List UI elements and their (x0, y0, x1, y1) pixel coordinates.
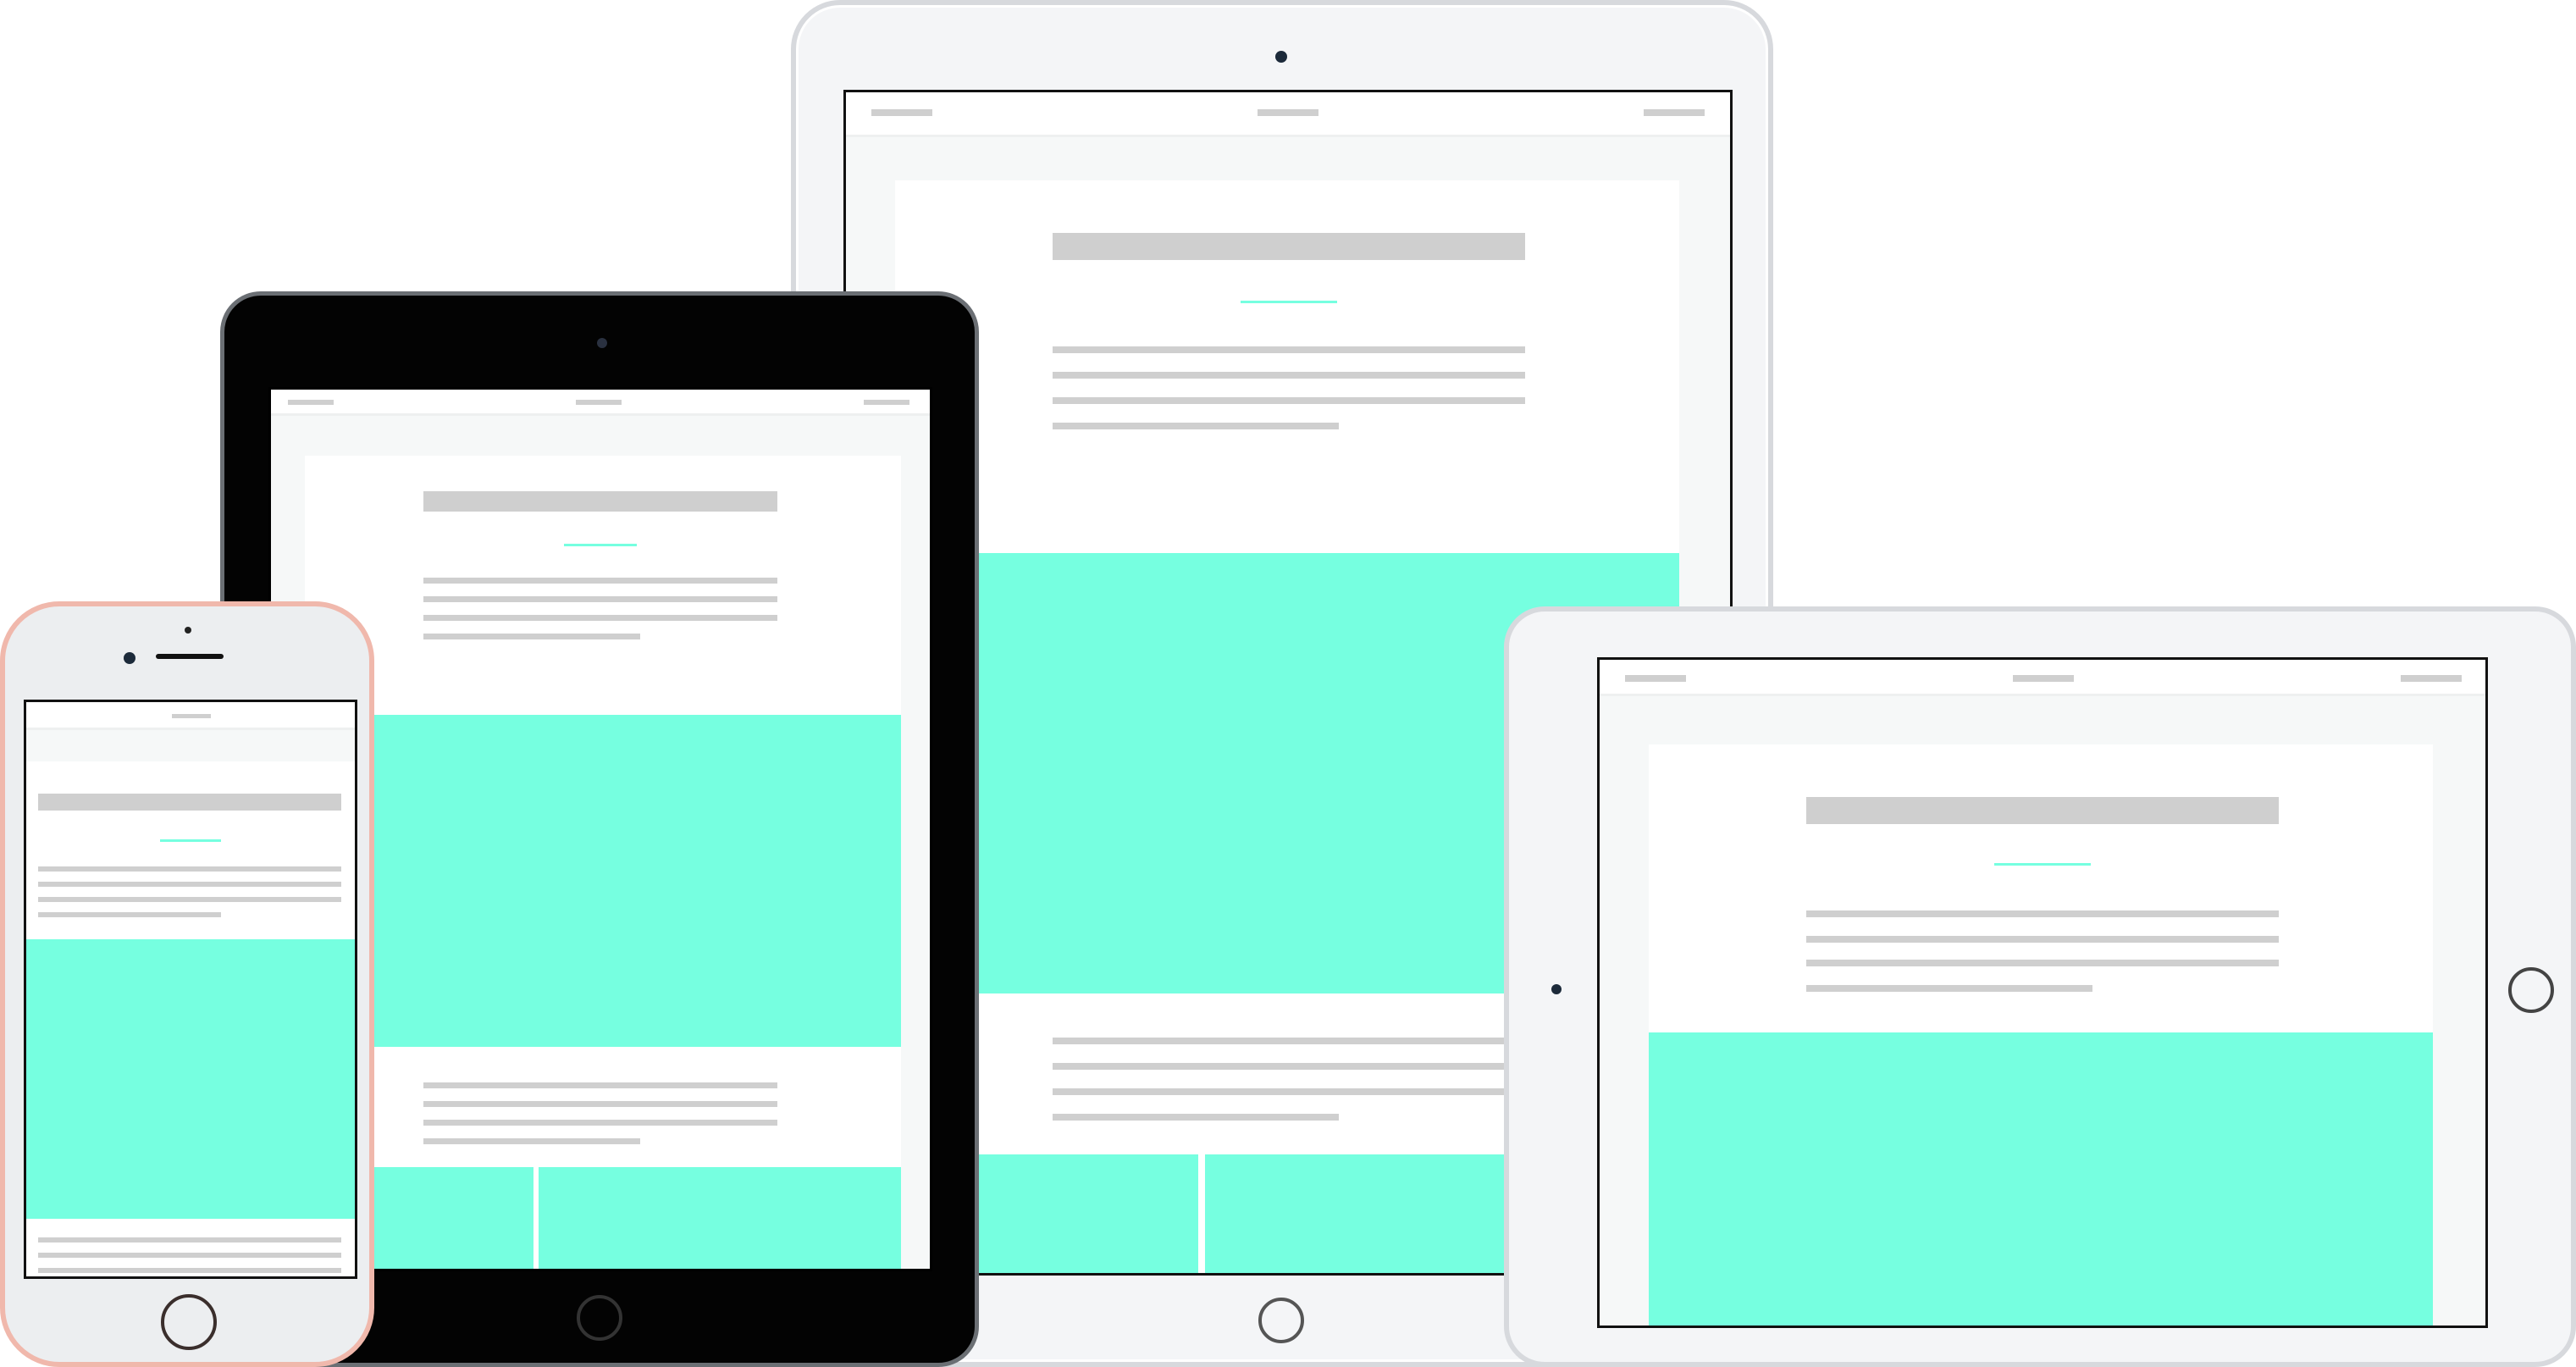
hero-image-placeholder (305, 715, 901, 1047)
home-button-icon[interactable] (2508, 967, 2554, 1013)
text-line (1053, 1088, 1525, 1095)
nav-bar (26, 702, 355, 730)
text-line (1806, 910, 2279, 917)
ipad-silver-landscape (1504, 606, 2576, 1367)
home-button-icon[interactable] (577, 1295, 622, 1341)
text-line (1806, 960, 2279, 966)
camera-icon (124, 652, 135, 664)
camera-icon (597, 338, 607, 348)
text-line (423, 1082, 777, 1088)
text-line (423, 578, 777, 584)
text-line (1053, 1063, 1525, 1070)
iphone-screen (24, 700, 357, 1279)
text-line (423, 615, 777, 621)
speaker-icon (156, 654, 224, 659)
text-line (1053, 397, 1525, 404)
hero-image-placeholder (1649, 1032, 2433, 1325)
headline-placeholder (1053, 233, 1525, 260)
headline-placeholder (38, 794, 341, 811)
camera-icon (1275, 51, 1287, 63)
text-line (1806, 936, 2279, 943)
headline-placeholder (1806, 797, 2279, 824)
hero-image-placeholder (26, 939, 355, 1219)
text-line (38, 1253, 341, 1258)
nav-bar (271, 390, 930, 416)
headline-placeholder (423, 491, 777, 512)
sensor-dot (185, 627, 191, 634)
nav-item-right (1644, 109, 1705, 116)
text-line (38, 882, 341, 887)
nav-bar (1600, 660, 2485, 696)
nav-item-center (1258, 109, 1318, 116)
text-line (38, 897, 341, 902)
text-line (423, 596, 777, 602)
image-tile-right (539, 1167, 901, 1269)
nav-item-center (2013, 675, 2074, 682)
text-line (38, 866, 341, 872)
text-line (423, 1138, 640, 1144)
accent-line (564, 544, 637, 546)
text-line (38, 912, 221, 917)
text-line (1053, 1038, 1525, 1044)
home-button-icon[interactable] (1258, 1298, 1304, 1343)
content-card (26, 761, 355, 1276)
text-line (38, 1237, 341, 1242)
nav-item-left (288, 400, 334, 405)
text-line (1053, 346, 1525, 353)
accent-line (1241, 301, 1337, 303)
accent-line (1994, 863, 2091, 866)
nav-item-right (864, 400, 909, 405)
nav-item-center (172, 714, 211, 718)
text-line (423, 1101, 777, 1107)
text-line (423, 1120, 777, 1126)
iphone (0, 601, 374, 1367)
nav-item-right (2401, 675, 2462, 682)
content-card (305, 456, 901, 1269)
nav-bar (846, 92, 1730, 137)
content-card (1649, 744, 2433, 1325)
text-line (423, 634, 640, 639)
text-line (1053, 1114, 1339, 1121)
camera-icon (1551, 984, 1562, 994)
text-line (1053, 372, 1525, 379)
nav-item-left (1625, 675, 1686, 682)
accent-line (160, 839, 221, 842)
nav-item-center (576, 400, 622, 405)
home-button-icon[interactable] (161, 1294, 217, 1350)
nav-item-left (871, 109, 932, 116)
text-line (1806, 985, 2092, 992)
text-line (1053, 423, 1339, 429)
text-line (38, 1268, 341, 1273)
ipad-landscape-screen (1597, 657, 2488, 1328)
